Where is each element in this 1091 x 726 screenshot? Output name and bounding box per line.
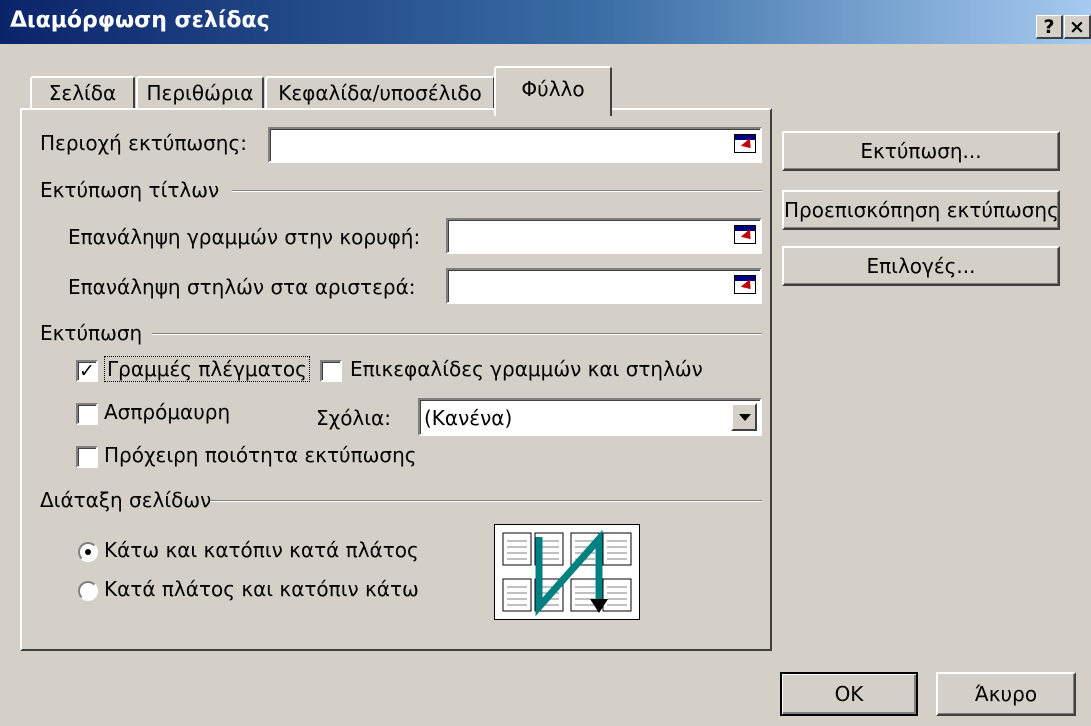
- print-heading: Εκτύπωση: [40, 321, 143, 345]
- repeat-rows-label: Επανάληψη γραμμών στην κορυφή:: [68, 225, 421, 249]
- print-divider: [152, 333, 762, 335]
- repeat-cols-label: Επανάληψη στηλών στα αριστερά:: [68, 275, 416, 299]
- cancel-button[interactable]: Άκυρο: [936, 672, 1076, 716]
- gridlines-label: Γραμμές πλέγματος: [104, 356, 310, 382]
- ok-button[interactable]: OK: [780, 672, 918, 716]
- over-then-down-radio[interactable]: [78, 581, 98, 601]
- draft-quality-label: Πρόχειρη ποιότητα εκτύπωσης: [104, 443, 417, 467]
- black-white-label: Ασπρόμαυρη: [104, 400, 231, 424]
- tab-margins[interactable]: Περιθώρια: [136, 76, 264, 110]
- down-then-over-label: Κάτω και κατόπιν κατά πλάτος: [104, 538, 419, 562]
- over-then-down-label: Κατά πλάτος και κατόπιν κάτω: [104, 577, 419, 601]
- tab-sheet[interactable]: Φύλλο: [494, 66, 612, 116]
- down-then-over-radio[interactable]: [78, 542, 98, 562]
- options-button[interactable]: Επιλογές...: [782, 246, 1060, 286]
- collapse-dialog-icon[interactable]: [734, 275, 756, 294]
- page-order-preview: [494, 524, 640, 620]
- print-preview-button[interactable]: Προεπισκόπηση εκτύπωσης: [782, 190, 1060, 230]
- help-button[interactable]: ?: [1036, 15, 1063, 39]
- title-bar: Διαμόρφωση σελίδας ? ×: [0, 0, 1091, 44]
- page-order-divider: [210, 500, 762, 502]
- print-titles-heading: Εκτύπωση τίτλων: [40, 178, 220, 202]
- black-white-checkbox[interactable]: [76, 403, 98, 425]
- print-titles-divider: [232, 190, 762, 192]
- row-col-headings-label: Επικεφαλίδες γραμμών και στηλών: [350, 357, 703, 381]
- tab-header-footer[interactable]: Κεφαλίδα/υποσέλιδο: [265, 76, 495, 110]
- collapse-dialog-icon[interactable]: [734, 225, 756, 244]
- page-order-arrow-icon: [502, 529, 632, 617]
- row-col-headings-checkbox[interactable]: [320, 360, 342, 382]
- collapse-dialog-icon[interactable]: [734, 134, 756, 153]
- comments-select[interactable]: (Κανένα): [418, 398, 762, 436]
- tab-page[interactable]: Σελίδα: [30, 76, 135, 110]
- repeat-cols-input[interactable]: [446, 268, 762, 304]
- close-button[interactable]: ×: [1064, 15, 1091, 39]
- print-area-input[interactable]: [268, 127, 762, 163]
- dropdown-arrow-icon[interactable]: [731, 403, 757, 431]
- comments-label: Σχόλια:: [316, 406, 391, 430]
- repeat-rows-input[interactable]: [446, 218, 762, 254]
- print-button[interactable]: Εκτύπωση...: [782, 131, 1060, 171]
- window-title: Διαμόρφωση σελίδας: [10, 8, 270, 33]
- page-order-heading: Διάταξη σελίδων: [40, 488, 212, 512]
- comments-selected-value: (Κανένα): [424, 406, 513, 430]
- gridlines-checkbox[interactable]: ✓: [76, 360, 98, 382]
- print-area-label: Περιοχή εκτύπωσης:: [40, 131, 247, 155]
- draft-quality-checkbox[interactable]: [76, 446, 98, 468]
